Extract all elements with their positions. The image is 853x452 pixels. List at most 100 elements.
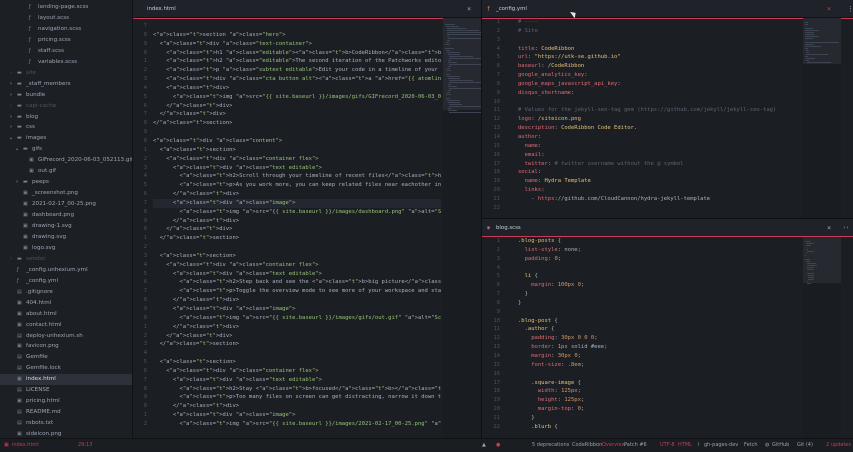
tree-file[interactable]: ƒ staff.scss [0, 46, 132, 57]
code-line[interactable]: </"a">class="t">div> [153, 217, 441, 226]
tree-folder[interactable]: › ▬ peeps [0, 177, 132, 188]
code-line[interactable]: <"a">class="t">div "a">class="cta button… [153, 75, 441, 84]
code-line[interactable]: <"a">class="t">div "a">class="text edita… [153, 164, 441, 173]
code-line[interactable]: <"a">class="t">div "a">class="image"> [153, 198, 441, 208]
code-line[interactable]: logo: /siteicon.png [518, 115, 803, 124]
tree-folder[interactable]: › ▬ vendor [0, 254, 132, 265]
status-fetch[interactable]: Fetch [744, 439, 758, 452]
close-icon[interactable]: × [467, 0, 471, 18]
code-line[interactable]: name: [518, 142, 803, 151]
code-line[interactable]: <"a">class="t">img "a">src="{{ site.base… [153, 208, 441, 217]
status-overview[interactable]: Overview [602, 439, 626, 452]
tree-file[interactable]: ▣ drawing.svg [0, 232, 132, 243]
code-line[interactable]: <"a">class="t">p>Too many files on scree… [153, 393, 441, 402]
code-line[interactable]: height: 125px; [518, 396, 803, 405]
code-line[interactable]: <"a">class="t">div "a">class="content"> [153, 137, 441, 146]
tree-file[interactable]: ƒ _config.yml [0, 276, 132, 287]
code-line[interactable]: twitter: # twitter username without the … [518, 160, 803, 169]
tree-file[interactable]: ▣ out.gif [0, 166, 132, 177]
status-file-name[interactable]: index.html [12, 439, 39, 452]
code-line[interactable] [518, 308, 803, 317]
status-updates[interactable]: 2 updates [826, 439, 851, 452]
tree-file[interactable]: ▣ GIFrecord_2020-06-03_052113.gif [0, 155, 132, 166]
tree-folder[interactable]: › ▬ bundle [0, 90, 132, 101]
code-area[interactable]: # ---- # Site title: CodeRibbon url: "http… [518, 18, 803, 213]
editor-pane-config[interactable]: ƒ _config.yml × ⋮ 1 2 3 4 5 6 7 8 9 10 11 12 13 14 15 1… [482, 0, 853, 218]
code-line[interactable]: .blog-posts { [518, 237, 803, 246]
tree-folder[interactable]: › ▬ css [0, 122, 132, 133]
tree-file[interactable]: ▣ drawing-1.svg [0, 221, 132, 232]
status-encoding[interactable]: UTF-8 [660, 439, 675, 452]
code-line[interactable]: <"a">class="t">img "a">src="{{ site.base… [153, 93, 441, 102]
code-line[interactable]: margin-top: 0; [518, 405, 803, 414]
code-line[interactable]: </"a">class="t">div> [153, 402, 441, 411]
code-line[interactable]: title: CodeRibbon [518, 45, 803, 54]
tab-blog-scss[interactable]: blog.scss [482, 219, 521, 237]
bell-icon[interactable]: ▲ [482, 439, 486, 452]
minimap[interactable] [803, 237, 841, 438]
more-icon[interactable]: ⋮ [847, 0, 853, 18]
code-line[interactable]: </"a">class="t">div> [153, 110, 441, 119]
code-area[interactable]: <"a">class="t">section "a">class="hero">… [153, 22, 441, 429]
tree-file[interactable]: ▣ contact.html [0, 320, 132, 331]
code-line[interactable]: border: 1px solid #eee; [518, 343, 803, 352]
code-line[interactable]: </"a">class="t">div> [153, 225, 441, 234]
tree-folder[interactable]: ⌄ ▬ gifs [0, 144, 132, 155]
code-line[interactable] [518, 370, 803, 379]
code-line[interactable] [518, 264, 803, 273]
status-grammar[interactable]: HTML [678, 439, 692, 452]
tree-folder[interactable]: ⌄ ▬ images [0, 133, 132, 144]
code-line[interactable]: # ---- [518, 18, 803, 27]
code-line[interactable]: <"a">class="t">div "a">class="image"> [153, 305, 441, 314]
code-line[interactable]: <"a">class="t">div "a">class="text edita… [153, 270, 441, 279]
tree-file[interactable]: ▣ logo.svg [0, 243, 132, 254]
code-line[interactable]: name: Hydra Template [518, 177, 803, 186]
code-line[interactable]: margin: 100px 0; [518, 281, 803, 290]
tree-file[interactable]: ▣ sideicon.png [0, 429, 132, 438]
code-line[interactable]: </"a">class="t">section> [153, 340, 441, 349]
code-line[interactable]: links: [518, 186, 803, 195]
tree-folder[interactable]: › ▬ blog [0, 112, 132, 123]
code-line[interactable]: social: [518, 168, 803, 177]
code-line[interactable]: <"a">class="t">img "a">src="{{ site.base… [153, 314, 441, 323]
tab-index-html[interactable]: index.html [133, 0, 176, 18]
code-line[interactable]: li { [518, 272, 803, 281]
code-line[interactable]: <"a">class="t">section "a">class="hero"> [153, 31, 441, 40]
code-area[interactable]: .blog-posts { list-style: none; padding:… [518, 237, 803, 432]
code-line[interactable]: </"a">class="t">div> [153, 102, 441, 111]
code-line[interactable]: google_maps_javascript_api_key: [518, 80, 803, 89]
code-line[interactable]: font-size: .8em; [518, 361, 803, 370]
tree-file[interactable]: ƒ navigation.scss [0, 24, 132, 35]
code-line[interactable]: .blurb { [518, 423, 803, 432]
close-icon[interactable]: × [827, 219, 831, 237]
code-line[interactable] [518, 98, 803, 107]
tree-folder[interactable]: › ▬ site [0, 68, 132, 79]
code-line[interactable]: </"a">class="t">div> [153, 296, 441, 305]
tree-folder[interactable]: › ▬ capi-cache [0, 101, 132, 112]
editor-pane-index[interactable]: index.html × 789012345678901234567890123… [133, 0, 481, 438]
code-line[interactable]: <"a">class="t">div "a">class="container … [153, 261, 441, 270]
status-project[interactable]: CodeRibbon [572, 439, 602, 452]
code-line[interactable] [518, 204, 803, 213]
tree-file[interactable]: ƒ pricing.scss [0, 35, 132, 46]
status-branch[interactable]: gh-pages-dev [704, 439, 738, 452]
status-git[interactable]: Git (4) [797, 439, 813, 452]
code-line[interactable]: description: CodeRibbon Code Editor. [518, 124, 803, 133]
code-line[interactable]: <"a">class="t">p "a">class="subtext edit… [153, 66, 441, 75]
code-line[interactable] [153, 128, 441, 137]
minimap[interactable] [803, 18, 841, 218]
code-line[interactable]: disqus_shortname: [518, 89, 803, 98]
code-line[interactable]: .square-image { [518, 379, 803, 388]
code-line[interactable]: author: [518, 133, 803, 142]
code-line[interactable]: # Site [518, 27, 803, 36]
close-icon[interactable]: × [827, 0, 831, 18]
code-line[interactable]: </"a">class="t">div> [153, 332, 441, 341]
code-line[interactable]: <"a">class="t">section> [153, 252, 441, 261]
code-line[interactable]: baseurl: /CodeRibbon [518, 62, 803, 71]
code-line[interactable]: padding: 0; [518, 255, 803, 264]
tree-file[interactable]: ▣ about.html [0, 309, 132, 320]
code-line[interactable]: <"a">class="t">div "a">class="text edita… [153, 376, 441, 385]
code-line[interactable]: google_analytics_key: [518, 71, 803, 80]
code-line[interactable]: - https://github.com/CloudCannon/hydra-j… [518, 195, 803, 204]
tree-file[interactable]: ▣ dashboard.png [0, 210, 132, 221]
